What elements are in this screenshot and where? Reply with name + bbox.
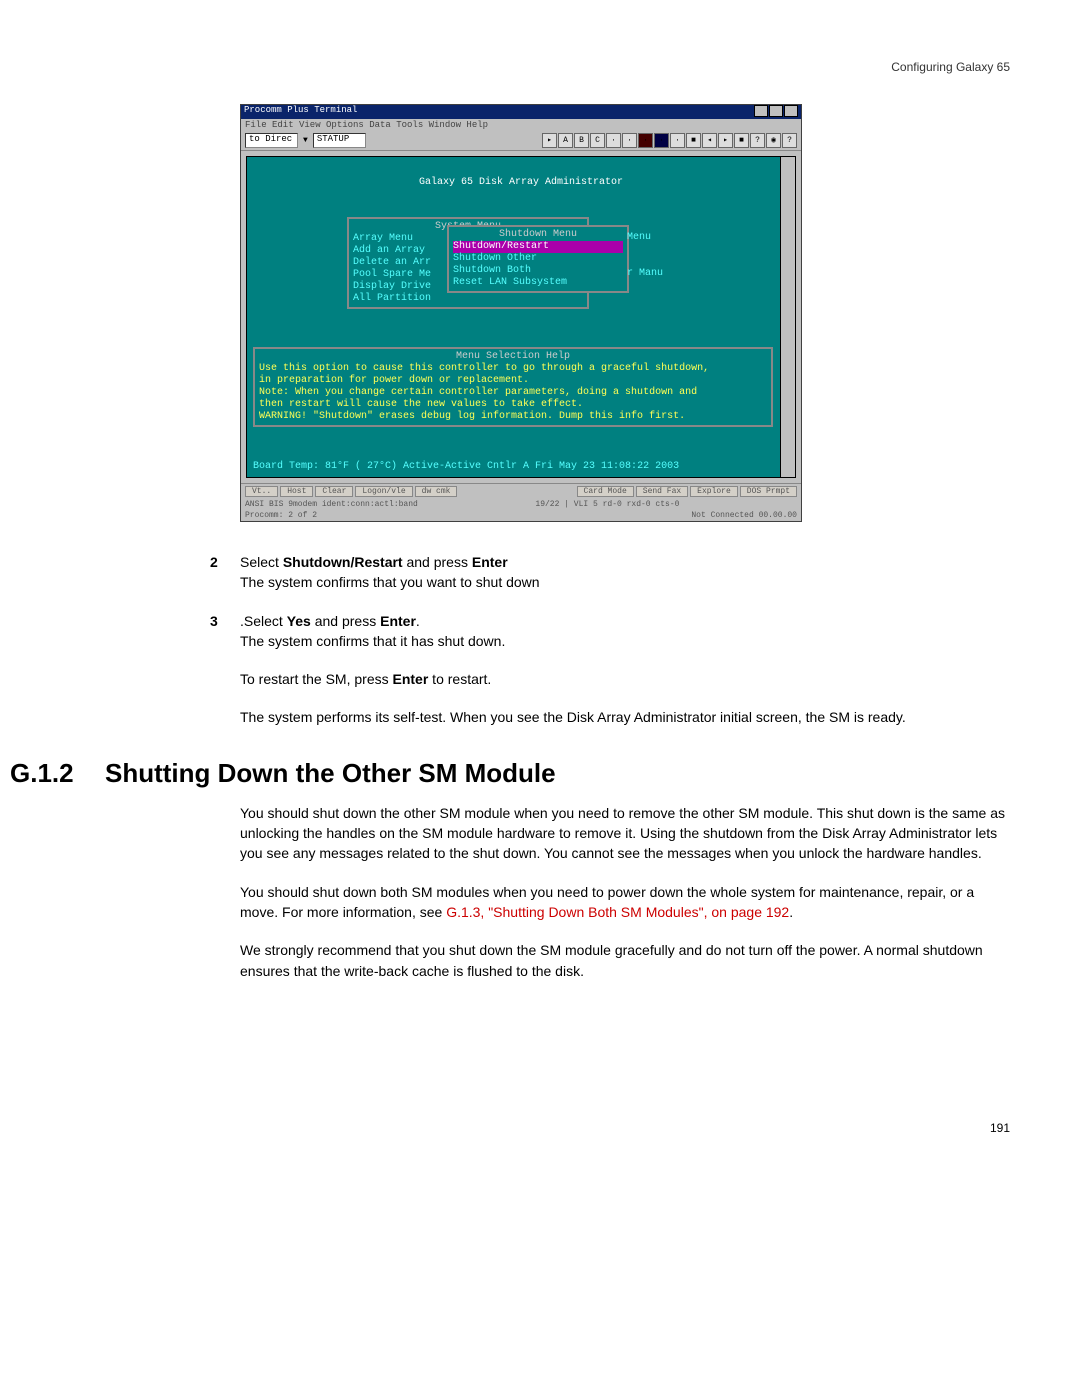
status-line: Board Temp: 81°F ( 27°C) Active-Active C… bbox=[253, 461, 773, 473]
app-menubar: File Edit View Options Data Tools Window… bbox=[241, 119, 801, 131]
section-p1: You should shut down the other SM module… bbox=[240, 803, 1010, 864]
window-titlebar: Procomm Plus Terminal bbox=[241, 105, 801, 119]
section-p2: You should shut down both SM modules whe… bbox=[240, 882, 1010, 923]
bottom-status: ANSI BIS 9modem ident:conn:actl:band19/2… bbox=[241, 499, 801, 510]
page-number: 191 bbox=[70, 1121, 1010, 1135]
page-header: Configuring Galaxy 65 bbox=[70, 60, 1010, 74]
shutdown-menu: Shutdown Menu Shutdown/Restart Shutdown … bbox=[447, 225, 629, 293]
selftest-note: The system performs its self-test. When … bbox=[240, 707, 1010, 727]
step-3: 3 .Select Yes and press Enter. The syste… bbox=[240, 611, 1010, 652]
terminal-screenshot: Procomm Plus Terminal File Edit View Opt… bbox=[240, 104, 1010, 522]
bottom-tabs: Vt..HostClearLogon/vledw cmk Card ModeSe… bbox=[241, 483, 801, 499]
toolbar-icons: ▸ABC·····■◂▸■?◉? bbox=[541, 133, 797, 148]
side-menu-fragment: Menu r Manu bbox=[627, 232, 663, 280]
section-p3: We strongly recommend that you shut down… bbox=[240, 940, 1010, 981]
toolbar-field-1: to Direc bbox=[245, 133, 298, 148]
step-2: 2 Select Shutdown/Restart and press Ente… bbox=[240, 552, 1010, 593]
section-heading: G.1.2Shutting Down the Other SM Module bbox=[10, 758, 1010, 789]
terminal-screen: Galaxy 65 Disk Array Administrator Syste… bbox=[246, 156, 796, 478]
cross-ref-link[interactable]: G.1.3, "Shutting Down Both SM Modules", … bbox=[446, 904, 789, 920]
window-title: Procomm Plus Terminal bbox=[244, 105, 357, 119]
admin-title: Galaxy 65 Disk Array Administrator bbox=[247, 157, 795, 189]
bottom-status-2: Procomm: 2 of 2Not Connected 00.00.00 bbox=[241, 510, 801, 521]
toolbar-field-2: STATUP bbox=[313, 133, 366, 148]
restart-note: To restart the SM, press Enter to restar… bbox=[240, 669, 1010, 689]
shutdown-restart-item[interactable]: Shutdown/Restart bbox=[453, 241, 623, 253]
help-panel: Menu Selection Help Use this option to c… bbox=[253, 347, 773, 427]
window-controls bbox=[753, 105, 798, 119]
app-toolbar: to Direc ▼ STATUP ▸ABC·····■◂▸■?◉? bbox=[241, 131, 801, 151]
scrollbar[interactable] bbox=[780, 157, 795, 477]
